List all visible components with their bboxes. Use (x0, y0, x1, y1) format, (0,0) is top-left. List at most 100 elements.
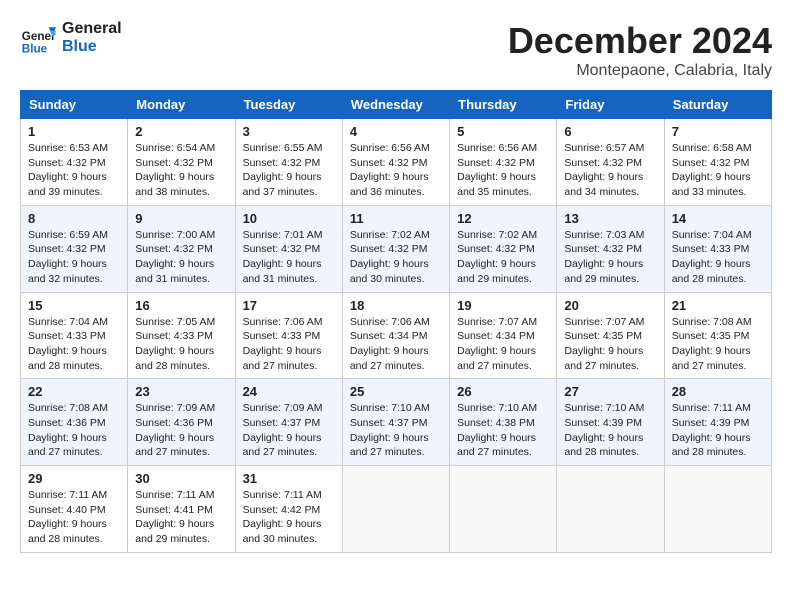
calendar-cell (450, 466, 557, 553)
day-number: 11 (350, 211, 442, 226)
calendar-cell: 13 Sunrise: 7:03 AMSunset: 4:32 PMDayligh… (557, 205, 664, 292)
day-info: Sunrise: 7:02 AMSunset: 4:32 PMDaylight:… (350, 228, 442, 287)
calendar-cell: 23 Sunrise: 7:09 AMSunset: 4:36 PMDayligh… (128, 379, 235, 466)
day-number: 16 (135, 298, 227, 313)
calendar-week-5: 29 Sunrise: 7:11 AMSunset: 4:40 PMDayligh… (21, 466, 772, 553)
day-info: Sunrise: 7:03 AMSunset: 4:32 PMDaylight:… (564, 228, 656, 287)
day-info: Sunrise: 6:56 AMSunset: 4:32 PMDaylight:… (350, 141, 442, 200)
day-info: Sunrise: 6:57 AMSunset: 4:32 PMDaylight:… (564, 141, 656, 200)
day-info: Sunrise: 7:06 AMSunset: 4:33 PMDaylight:… (243, 315, 335, 374)
day-number: 8 (28, 211, 120, 226)
day-number: 27 (564, 384, 656, 399)
calendar-table: SundayMondayTuesdayWednesdayThursdayFrid… (20, 90, 772, 553)
day-info: Sunrise: 7:01 AMSunset: 4:32 PMDaylight:… (243, 228, 335, 287)
calendar-cell (342, 466, 449, 553)
weekday-saturday: Saturday (664, 91, 771, 119)
day-number: 30 (135, 471, 227, 486)
day-info: Sunrise: 7:04 AMSunset: 4:33 PMDaylight:… (28, 315, 120, 374)
calendar-cell: 10 Sunrise: 7:01 AMSunset: 4:32 PMDayligh… (235, 205, 342, 292)
day-number: 15 (28, 298, 120, 313)
day-number: 10 (243, 211, 335, 226)
day-number: 17 (243, 298, 335, 313)
calendar-cell: 2Sunrise: 6:54 AMSunset: 4:32 PMDaylight… (128, 119, 235, 206)
day-info: Sunrise: 7:10 AMSunset: 4:39 PMDaylight:… (564, 401, 656, 460)
day-info: Sunrise: 7:00 AMSunset: 4:32 PMDaylight:… (135, 228, 227, 287)
calendar-cell (664, 466, 771, 553)
calendar-cell: 19 Sunrise: 7:07 AMSunset: 4:34 PMDayligh… (450, 292, 557, 379)
day-info: Sunrise: 6:56 AMSunset: 4:32 PMDaylight:… (457, 141, 549, 200)
day-number: 22 (28, 384, 120, 399)
day-number: 25 (350, 384, 442, 399)
day-info: Sunrise: 7:09 AMSunset: 4:37 PMDaylight:… (243, 401, 335, 460)
day-info: Sunrise: 6:58 AMSunset: 4:32 PMDaylight:… (672, 141, 764, 200)
calendar-cell: 6 Sunrise: 6:57 AMSunset: 4:32 PMDaylight… (557, 119, 664, 206)
calendar-week-4: 22 Sunrise: 7:08 AMSunset: 4:36 PMDayligh… (21, 379, 772, 466)
calendar-cell: 9 Sunrise: 7:00 AMSunset: 4:32 PMDaylight… (128, 205, 235, 292)
calendar-cell: 22 Sunrise: 7:08 AMSunset: 4:36 PMDayligh… (21, 379, 128, 466)
day-number: 6 (564, 124, 656, 139)
day-number: 7 (672, 124, 764, 139)
weekday-sunday: Sunday (21, 91, 128, 119)
day-number: 29 (28, 471, 120, 486)
calendar-cell: 25Sunrise: 7:10 AMSunset: 4:37 PMDayligh… (342, 379, 449, 466)
day-info: Sunrise: 6:55 AMSunset: 4:32 PMDaylight:… (243, 141, 335, 200)
day-number: 12 (457, 211, 549, 226)
calendar-cell: 21Sunrise: 7:08 AMSunset: 4:35 PMDayligh… (664, 292, 771, 379)
svg-text:Blue: Blue (22, 42, 48, 55)
calendar-cell: 1Sunrise: 6:53 AMSunset: 4:32 PMDaylight… (21, 119, 128, 206)
calendar-cell: 26 Sunrise: 7:10 AMSunset: 4:38 PMDayligh… (450, 379, 557, 466)
calendar-cell: 28 Sunrise: 7:11 AMSunset: 4:39 PMDayligh… (664, 379, 771, 466)
day-number: 26 (457, 384, 549, 399)
calendar-week-2: 8 Sunrise: 6:59 AMSunset: 4:32 PMDaylight… (21, 205, 772, 292)
calendar-cell: 27 Sunrise: 7:10 AMSunset: 4:39 PMDayligh… (557, 379, 664, 466)
day-info: Sunrise: 7:08 AMSunset: 4:36 PMDaylight:… (28, 401, 120, 460)
day-info: Sunrise: 7:11 AMSunset: 4:40 PMDaylight:… (28, 488, 120, 547)
day-info: Sunrise: 7:11 AMSunset: 4:39 PMDaylight:… (672, 401, 764, 460)
weekday-thursday: Thursday (450, 91, 557, 119)
calendar-cell: 31Sunrise: 7:11 AMSunset: 4:42 PMDayligh… (235, 466, 342, 553)
day-info: Sunrise: 6:59 AMSunset: 4:32 PMDaylight:… (28, 228, 120, 287)
day-number: 18 (350, 298, 442, 313)
calendar-cell: 5Sunrise: 6:56 AMSunset: 4:32 PMDaylight… (450, 119, 557, 206)
weekday-monday: Monday (128, 91, 235, 119)
day-info: Sunrise: 7:07 AMSunset: 4:34 PMDaylight:… (457, 315, 549, 374)
day-number: 4 (350, 124, 442, 139)
day-number: 19 (457, 298, 549, 313)
page-header: General Blue General Blue December 2024 … (20, 20, 772, 80)
logo-icon: General Blue (20, 20, 56, 56)
day-number: 14 (672, 211, 764, 226)
day-info: Sunrise: 7:09 AMSunset: 4:36 PMDaylight:… (135, 401, 227, 460)
calendar-cell: 16Sunrise: 7:05 AMSunset: 4:33 PMDayligh… (128, 292, 235, 379)
calendar-cell: 8 Sunrise: 6:59 AMSunset: 4:32 PMDaylight… (21, 205, 128, 292)
day-info: Sunrise: 7:11 AMSunset: 4:42 PMDaylight:… (243, 488, 335, 547)
day-info: Sunrise: 6:53 AMSunset: 4:32 PMDaylight:… (28, 141, 120, 200)
calendar-cell: 15 Sunrise: 7:04 AMSunset: 4:33 PMDayligh… (21, 292, 128, 379)
calendar-cell: 3 Sunrise: 6:55 AMSunset: 4:32 PMDaylight… (235, 119, 342, 206)
day-info: Sunrise: 7:11 AMSunset: 4:41 PMDaylight:… (135, 488, 227, 547)
day-number: 3 (243, 124, 335, 139)
day-number: 23 (135, 384, 227, 399)
title-block: December 2024 Montepaone, Calabria, Ital… (508, 20, 772, 80)
day-number: 9 (135, 211, 227, 226)
day-number: 13 (564, 211, 656, 226)
calendar-cell: 17 Sunrise: 7:06 AMSunset: 4:33 PMDayligh… (235, 292, 342, 379)
weekday-header-row: SundayMondayTuesdayWednesdayThursdayFrid… (21, 91, 772, 119)
calendar-cell: 30 Sunrise: 7:11 AMSunset: 4:41 PMDayligh… (128, 466, 235, 553)
day-info: Sunrise: 7:02 AMSunset: 4:32 PMDaylight:… (457, 228, 549, 287)
calendar-cell: 11 Sunrise: 7:02 AMSunset: 4:32 PMDayligh… (342, 205, 449, 292)
calendar-cell: 20 Sunrise: 7:07 AMSunset: 4:35 PMDayligh… (557, 292, 664, 379)
calendar-cell (557, 466, 664, 553)
day-info: Sunrise: 7:10 AMSunset: 4:38 PMDaylight:… (457, 401, 549, 460)
day-info: Sunrise: 7:06 AMSunset: 4:34 PMDaylight:… (350, 315, 442, 374)
weekday-wednesday: Wednesday (342, 91, 449, 119)
calendar-cell: 7 Sunrise: 6:58 AMSunset: 4:32 PMDaylight… (664, 119, 771, 206)
calendar-cell: 24Sunrise: 7:09 AMSunset: 4:37 PMDayligh… (235, 379, 342, 466)
logo: General Blue General Blue (20, 20, 122, 56)
calendar-week-1: 1Sunrise: 6:53 AMSunset: 4:32 PMDaylight… (21, 119, 772, 206)
day-number: 28 (672, 384, 764, 399)
calendar-cell: 18 Sunrise: 7:06 AMSunset: 4:34 PMDayligh… (342, 292, 449, 379)
month-title: December 2024 (508, 20, 772, 62)
logo-general: General (62, 20, 122, 38)
day-number: 20 (564, 298, 656, 313)
day-info: Sunrise: 7:07 AMSunset: 4:35 PMDaylight:… (564, 315, 656, 374)
